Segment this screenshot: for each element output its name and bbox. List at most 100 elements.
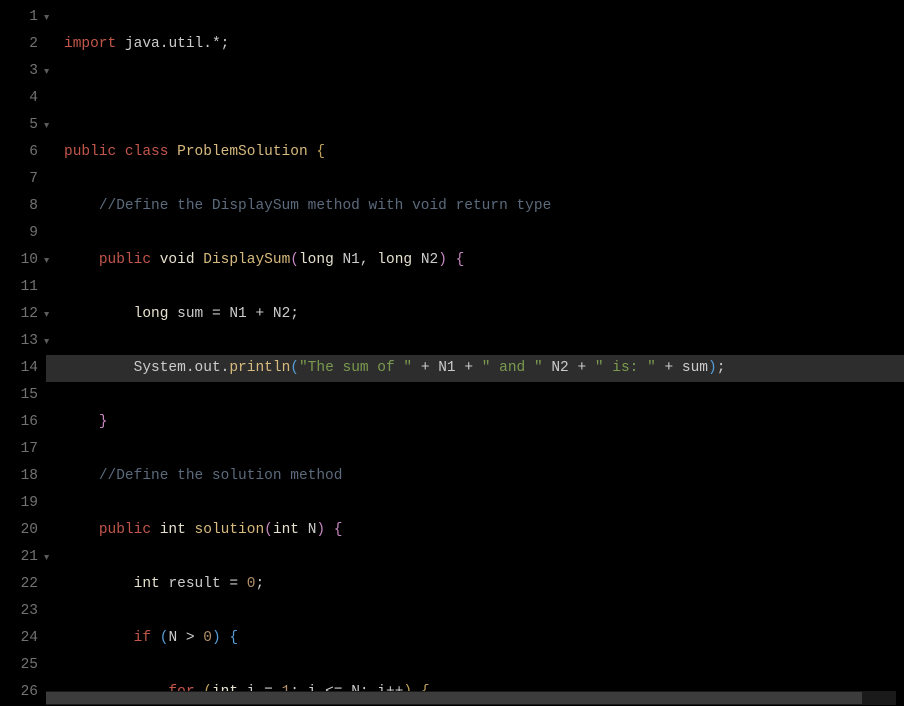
paren-open: ( [264,522,273,538]
line-number: 16 [0,409,38,436]
var: N2 [273,306,290,322]
code-line[interactable]: if (N > 0) { [64,625,904,652]
dot: . [186,360,195,376]
paren-close: ) [316,522,325,538]
line-number: 20 [0,517,38,544]
code-line[interactable]: //Define the DisplaySum method with void… [64,193,904,220]
brace-close: } [99,414,108,430]
var: N1 [229,306,246,322]
plus: + [577,360,586,376]
line-number-foldable[interactable]: 10 [0,247,38,274]
method-name: DisplaySum [203,252,290,268]
type-int: int [134,576,160,592]
string: " is: " [595,360,656,376]
code-line[interactable]: //Define the solution method [64,463,904,490]
code-line[interactable] [64,85,904,112]
line-number: 24 [0,625,38,652]
keyword-if: if [134,630,151,646]
line-number-foldable[interactable]: 21 [0,544,38,571]
type-long: long [377,252,412,268]
plus: + [421,360,430,376]
line-number: 6 [0,139,38,166]
line-number: 19 [0,490,38,517]
keyword-public: public [99,522,151,538]
code-line[interactable]: long sum = N1 + N2; [64,301,904,328]
paren-close: ) [212,630,221,646]
line-number: 25 [0,652,38,679]
gt: > [186,630,195,646]
line-number-foldable[interactable]: 3 [0,58,38,85]
keyword-import: import [64,36,116,52]
code-line[interactable]: public class ProblemSolution { [64,139,904,166]
pkg-java: java [116,36,160,52]
keyword-class: class [125,144,169,160]
line-number: 18 [0,463,38,490]
comma: , [360,252,369,268]
keyword-public: public [99,252,151,268]
line-number-foldable[interactable]: 5 [0,112,38,139]
brace-open: { [334,522,343,538]
plus: + [464,360,473,376]
var: N [168,630,177,646]
brace-open: { [316,144,325,160]
line-number: 22 [0,571,38,598]
type-int: int [273,522,299,538]
scrollbar-thumb[interactable] [46,692,862,704]
line-number: 9 [0,220,38,247]
line-number: 11 [0,274,38,301]
keyword-public: public [64,144,116,160]
param: N2 [421,252,438,268]
string: "The sum of " [299,360,412,376]
semi: ; [290,306,299,322]
plus: + [665,360,674,376]
line-number: 2 [0,31,38,58]
paren-open: ( [290,252,299,268]
line-number: 15 [0,382,38,409]
code-line[interactable]: import java.util.*; [64,31,904,58]
horizontal-scrollbar[interactable] [46,691,896,705]
line-number: 17 [0,436,38,463]
line-number: 26 [0,679,38,706]
line-number-gutter: 1234567891011121314151617181920212223242… [0,0,46,705]
paren-open: ( [290,360,299,376]
code-area[interactable]: import java.util.*; public class Problem… [46,0,904,705]
out: out [195,360,221,376]
code-line[interactable]: public int solution(int N) { [64,517,904,544]
line-number-foldable[interactable]: 13 [0,328,38,355]
line-number-foldable[interactable]: 1 [0,4,38,31]
code-editor[interactable]: 1234567891011121314151617181920212223242… [0,0,904,705]
class-name: ProblemSolution [177,144,308,160]
line-number: 8 [0,193,38,220]
line-number: 7 [0,166,38,193]
type-int: int [160,522,186,538]
line-number-foldable[interactable]: 12 [0,301,38,328]
semi: ; [255,576,264,592]
line-number: 4 [0,85,38,112]
eq: = [229,576,238,592]
plus: + [255,306,264,322]
type-long: long [134,306,169,322]
code-line[interactable]: int result = 0; [64,571,904,598]
type-void: void [160,252,195,268]
brace-open: { [229,630,238,646]
println: println [229,360,290,376]
comment: //Define the DisplaySum method with void… [99,198,551,214]
var: result [168,576,220,592]
eq: = [212,306,221,322]
var: sum [177,306,203,322]
code-line[interactable]: } [64,409,904,436]
comment: //Define the solution method [99,468,343,484]
string: " and " [482,360,543,376]
var: N2 [551,360,568,376]
number: 0 [203,630,212,646]
var: sum [682,360,708,376]
method-name: solution [195,522,265,538]
var: N1 [438,360,455,376]
paren-close: ) [438,252,447,268]
semi: ; [717,360,726,376]
rest: .*; [203,36,229,52]
pkg-util: util [168,36,203,52]
code-line[interactable]: public void DisplaySum(long N1, long N2)… [64,247,904,274]
code-line-highlighted[interactable]: System.out.println("The sum of " + N1 + … [46,355,904,382]
paren-close: ) [708,360,717,376]
